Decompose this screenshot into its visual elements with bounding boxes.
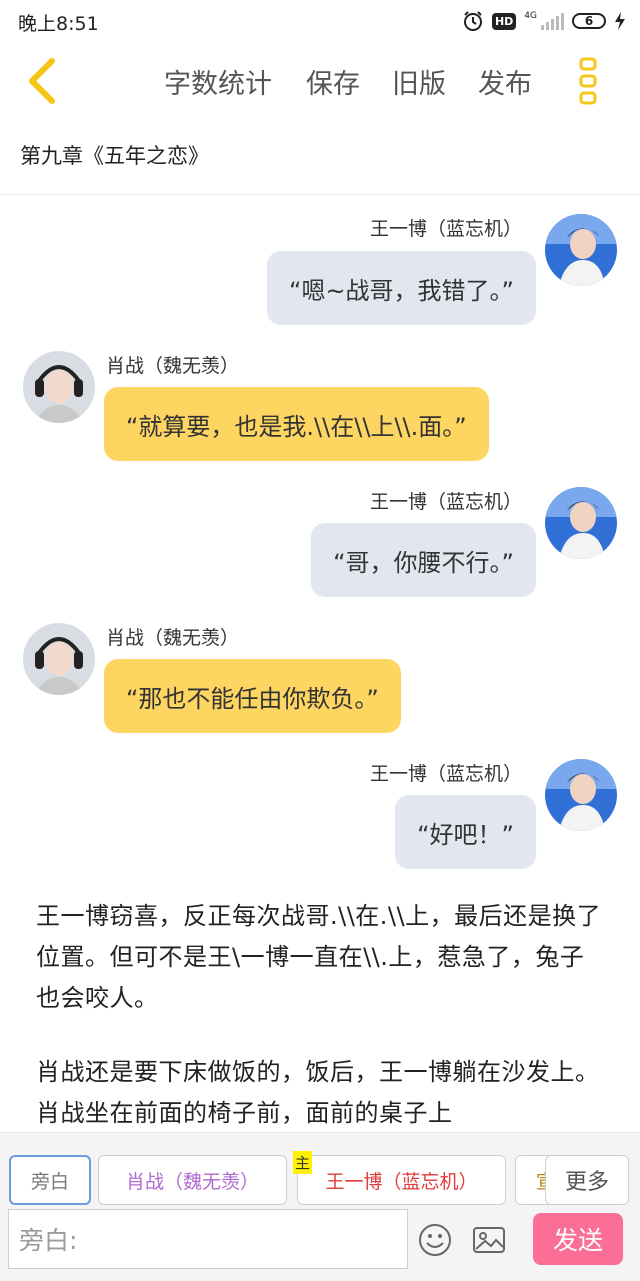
send-button[interactable]: 发送 <box>533 1213 623 1265</box>
more-options-icon[interactable] <box>578 56 600 106</box>
battery-level: 6 <box>584 14 594 28</box>
hd-badge: HD <box>491 12 517 30</box>
message-bubble[interactable]: “哥，你腰不行。” <box>311 523 536 597</box>
message-bubble[interactable]: “就算要，也是我.\\在\\上\\.面。” <box>104 387 489 461</box>
avatar-wang-yibo[interactable] <box>545 214 617 286</box>
role-chip-label: 肖战（魏无羡） <box>125 1170 259 1193</box>
status-bar: 晚上8:51 HD 4G 6 <box>0 0 640 44</box>
composer-panel: 旁白 肖战（魏无羡） 主 王一博（蓝忘机） 宣 更多 旁白: 发送 <box>0 1132 640 1281</box>
narration-paragraph[interactable]: 王一博窃喜，反正每次战哥.\\在.\\上，最后还是换了位置。但可不是王\一博一直… <box>36 896 606 1019</box>
speaker-name: 王一博（蓝忘机） <box>369 763 522 785</box>
message-bubble[interactable]: “嗯~战哥，我错了。” <box>267 251 536 325</box>
role-chip-narrator[interactable]: 旁白 <box>9 1155 91 1205</box>
save-button[interactable]: 保存 <box>306 62 360 101</box>
avatar-wang-yibo[interactable] <box>545 759 617 831</box>
message-bubble[interactable]: “好吧！” <box>395 795 536 869</box>
send-label: 发送 <box>552 1226 603 1255</box>
avatar-xiao-zhan[interactable] <box>23 351 95 423</box>
publish-button[interactable]: 发布 <box>478 62 532 101</box>
role-chip-xiao-zhan[interactable]: 肖战（魏无羡） <box>98 1155 287 1205</box>
narration-paragraph[interactable]: 肖战还是要下床做饭的，饭后，王一博躺在沙发上。肖战坐在前面的椅子前，面前的桌子上 <box>36 1052 606 1132</box>
avatar-wang-yibo[interactable] <box>545 487 617 559</box>
battery-icon: 6 <box>572 13 606 29</box>
chapter-title[interactable]: 第九章《五年之恋》 <box>20 140 209 170</box>
message-bubble[interactable]: “那也不能任由你欺负。” <box>104 659 401 733</box>
message-input[interactable]: 旁白: <box>8 1209 408 1269</box>
role-chip-label: 旁白 <box>30 1170 69 1193</box>
header-divider <box>0 194 640 195</box>
more-roles-button[interactable]: 更多 <box>545 1155 629 1205</box>
speaker-name: 王一博（蓝忘机） <box>369 491 522 513</box>
old-version-button[interactable]: 旧版 <box>392 62 446 101</box>
word-count-button[interactable]: 字数统计 <box>164 62 272 101</box>
image-icon[interactable] <box>472 1223 506 1257</box>
signal-strength-icon <box>541 12 564 30</box>
speaker-name: 肖战（魏无羡） <box>106 627 240 649</box>
back-arrow-icon[interactable] <box>22 56 62 106</box>
speaker-name: 王一博（蓝忘机） <box>369 218 522 240</box>
emoji-icon[interactable] <box>418 1223 452 1257</box>
main-role-tag: 主 <box>293 1151 313 1174</box>
input-prefix: 旁白: <box>19 1226 78 1255</box>
network-type-label: 4G <box>524 10 537 21</box>
status-icons: HD 4G 6 <box>462 8 626 34</box>
role-chip-label: 王一博（蓝忘机） <box>325 1170 478 1193</box>
role-chip-wang-yibo[interactable]: 主 王一博（蓝忘机） <box>293 1151 506 1205</box>
charging-bolt-icon <box>615 12 625 30</box>
avatar-xiao-zhan[interactable] <box>23 623 95 695</box>
editor-toolbar: 字数统计 保存 旧版 发布 <box>0 44 640 120</box>
alarm-clock-icon <box>463 11 482 31</box>
speaker-name: 肖战（魏无羡） <box>106 355 240 377</box>
more-roles-label: 更多 <box>564 1170 609 1195</box>
status-time: 晚上8:51 <box>18 13 99 35</box>
